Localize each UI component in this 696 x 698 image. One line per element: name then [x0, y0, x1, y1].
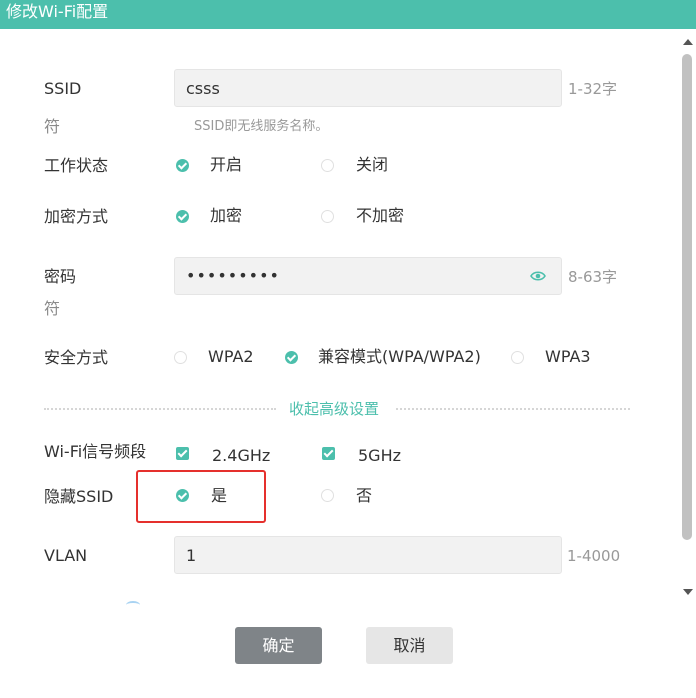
encrypt-label[interactable]: 加密: [210, 206, 242, 226]
ssid-range: 1-32字: [568, 80, 618, 98]
password-range-suffix: 符: [44, 299, 61, 318]
hide-no-label[interactable]: 否: [356, 486, 372, 506]
hide-ssid-label: 隐藏SSID: [44, 487, 114, 506]
annotation-highlight-box: [136, 470, 266, 523]
radio-no-encrypt[interactable]: [321, 210, 334, 223]
checkbox-24ghz[interactable]: [176, 447, 189, 460]
work-off-label[interactable]: 关闭: [356, 155, 388, 175]
divider-left: [44, 408, 276, 410]
work-status-label: 工作状态: [44, 156, 109, 175]
password-input[interactable]: •••••••••: [174, 257, 562, 295]
radio-compat[interactable]: [285, 351, 298, 364]
radio-wpa3[interactable]: [511, 351, 524, 364]
band-label: Wi-Fi信号频段: [44, 442, 147, 461]
ssid-label: SSID: [44, 79, 82, 98]
ssid-hint: SSID即无线服务名称。: [194, 119, 329, 134]
wpa3-label[interactable]: WPA3: [545, 347, 591, 367]
band-5ghz-label[interactable]: 5GHz: [358, 446, 401, 466]
security-label: 安全方式: [44, 348, 109, 367]
encryption-label: 加密方式: [44, 207, 109, 226]
no-encrypt-label[interactable]: 不加密: [356, 206, 404, 226]
scroll-thumb[interactable]: [682, 54, 692, 540]
cancel-button[interactable]: 取消: [366, 627, 453, 664]
eye-icon[interactable]: [530, 270, 546, 282]
vlan-label: VLAN: [44, 546, 88, 565]
vlan-input[interactable]: 1: [174, 536, 562, 574]
checkbox-5ghz[interactable]: [322, 447, 335, 460]
band-24ghz-label[interactable]: 2.4GHz: [212, 446, 270, 466]
compat-label[interactable]: 兼容模式(WPA/WPA2): [318, 347, 481, 367]
password-value: •••••••••: [186, 266, 280, 285]
radio-wpa2[interactable]: [174, 351, 187, 364]
vlan-value: 1: [186, 546, 197, 565]
ssid-input[interactable]: csss: [174, 69, 562, 107]
ssid-range-suffix: 符: [44, 117, 61, 136]
radio-hide-no[interactable]: [321, 489, 334, 502]
dialog-title: 修改Wi-Fi配置: [6, 2, 109, 21]
radio-hide-yes[interactable]: [176, 489, 189, 502]
scroll-down-icon[interactable]: [683, 589, 693, 595]
collapse-advanced-link[interactable]: 收起高级设置: [289, 399, 379, 419]
vertical-scrollbar[interactable]: [680, 29, 696, 698]
dialog-titlebar: 修改Wi-Fi配置: [0, 0, 696, 29]
scroll-up-icon[interactable]: [683, 39, 693, 45]
radio-work-on[interactable]: [176, 159, 189, 172]
password-range: 8-63字: [568, 268, 618, 286]
wpa2-label[interactable]: WPA2: [208, 347, 254, 367]
password-label: 密码: [44, 267, 77, 286]
loading-indicator: [126, 601, 140, 609]
hide-yes-label[interactable]: 是: [211, 486, 227, 506]
work-on-label[interactable]: 开启: [210, 155, 242, 175]
confirm-button[interactable]: 确定: [235, 627, 322, 664]
radio-encrypt[interactable]: [176, 210, 189, 223]
radio-work-off[interactable]: [321, 159, 334, 172]
ssid-value: csss: [186, 79, 220, 98]
divider-right: [396, 408, 630, 410]
vlan-range: 1-4000: [567, 547, 621, 565]
